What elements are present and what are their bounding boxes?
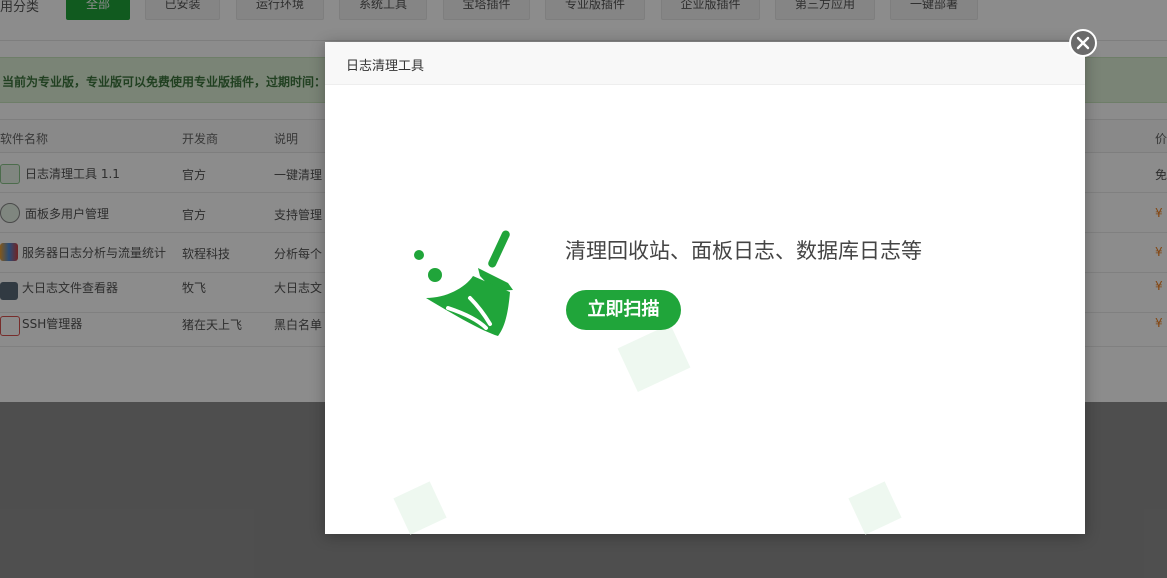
decor-shape (617, 323, 691, 393)
scan-now-button[interactable]: 立即扫描 (566, 290, 681, 330)
close-icon (1076, 36, 1090, 50)
dialog-headline: 清理回收站、面板日志、数据库日志等 (565, 239, 922, 263)
broom-icon (414, 230, 513, 336)
decor-shape (393, 481, 447, 535)
dialog-header: 日志清理工具 (325, 42, 1085, 85)
dialog-title: 日志清理工具 (346, 59, 425, 74)
decor-shape (848, 481, 902, 535)
log-cleaner-dialog: 日志清理工具 清理回收站、面板日志、数据库日志等 立即扫描 (325, 42, 1085, 535)
close-dialog-button[interactable] (1069, 29, 1097, 57)
